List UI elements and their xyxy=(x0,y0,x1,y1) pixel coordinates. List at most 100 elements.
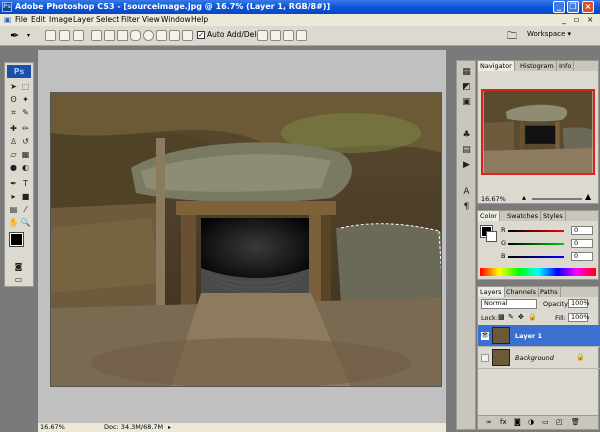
red-slider[interactable] xyxy=(508,230,564,232)
clone-stamp-icon[interactable]: ♙ xyxy=(8,136,19,147)
layer-mask-icon[interactable]: ◙ xyxy=(514,418,521,426)
fill-field[interactable]: 100% xyxy=(568,313,590,322)
subtract-path-icon[interactable] xyxy=(270,30,281,41)
tab-navigator[interactable]: Navigator xyxy=(478,61,515,71)
zoom-tool-icon[interactable]: 🔍 xyxy=(20,217,31,228)
navigator-thumbnail[interactable] xyxy=(481,89,595,175)
rectangle-icon[interactable] xyxy=(117,30,128,41)
menu-select[interactable]: Select xyxy=(96,14,119,26)
clone-source-icon[interactable]: ♣ xyxy=(460,129,473,142)
zoom-level[interactable]: 16.67% xyxy=(40,423,65,432)
brushes-panel-icon[interactable]: ▦ xyxy=(460,66,473,79)
custom-shape-icon[interactable] xyxy=(182,30,193,41)
notes-tool-icon[interactable]: ▤ xyxy=(8,204,19,215)
pen-icon[interactable] xyxy=(91,30,102,41)
menu-window[interactable]: Window xyxy=(161,14,191,26)
fill-pixels-icon[interactable] xyxy=(73,30,84,41)
lock-transparency-icon[interactable]: ▩ xyxy=(498,313,505,321)
delete-layer-icon[interactable]: 🗑 xyxy=(571,418,580,426)
brush-tool-icon[interactable]: ✏ xyxy=(20,123,31,134)
paths-icon[interactable] xyxy=(59,30,70,41)
rounded-rectangle-icon[interactable] xyxy=(130,30,141,41)
dodge-tool-icon[interactable]: ◐ xyxy=(20,162,31,173)
tab-info[interactable]: Info xyxy=(557,61,575,71)
freeform-pen-icon[interactable] xyxy=(104,30,115,41)
eraser-tool-icon[interactable]: ▱ xyxy=(8,149,19,160)
menu-filter[interactable]: Filter xyxy=(121,14,140,26)
tab-swatches[interactable]: Swatches xyxy=(505,211,542,221)
status-menu-icon[interactable]: ▸ xyxy=(168,423,171,432)
visibility-off-icon[interactable] xyxy=(481,354,489,362)
move-tool-icon[interactable]: ➤ xyxy=(8,81,19,92)
red-value[interactable]: 0 xyxy=(571,226,593,235)
document-menu-icon[interactable]: ▣ xyxy=(4,14,11,26)
tab-styles[interactable]: Styles xyxy=(541,211,566,221)
quick-mask-icon[interactable]: ◙ xyxy=(13,261,24,272)
auto-add-delete-checkbox[interactable]: ✓ xyxy=(197,31,205,39)
color-background-swatch[interactable] xyxy=(486,231,497,242)
green-slider[interactable] xyxy=(508,243,564,245)
layer-row-layer1[interactable]: 👁 Layer 1 xyxy=(478,325,600,347)
screen-mode-icon[interactable]: ▭ xyxy=(13,274,24,285)
actions-panel-icon[interactable]: ▶ xyxy=(460,159,473,172)
doc-restore-button[interactable]: ▫ xyxy=(574,14,579,26)
adjustment-layer-icon[interactable]: ◑ xyxy=(528,418,534,426)
type-tool-icon[interactable]: T xyxy=(20,178,31,189)
tab-histogram[interactable]: Histogram xyxy=(518,61,557,71)
visibility-eye-icon[interactable]: 👁 xyxy=(481,332,489,340)
crop-tool-icon[interactable]: ⌗ xyxy=(8,107,19,118)
layer-name[interactable]: Layer 1 xyxy=(515,332,542,340)
history-brush-icon[interactable]: ↺ xyxy=(20,136,31,147)
tab-paths[interactable]: Paths xyxy=(538,287,561,297)
paragraph-panel-icon[interactable]: ¶ xyxy=(460,201,473,214)
canvas[interactable] xyxy=(50,92,442,387)
blur-tool-icon[interactable]: ● xyxy=(8,162,19,173)
blue-slider[interactable] xyxy=(508,256,564,258)
opacity-field[interactable]: 100% xyxy=(568,299,590,308)
pen-tool-preset-icon[interactable]: ✒ xyxy=(10,29,19,42)
new-group-icon[interactable]: ▭ xyxy=(542,418,549,426)
menu-edit[interactable]: Edit xyxy=(31,14,46,26)
slice-tool-icon[interactable]: ✎ xyxy=(20,107,31,118)
lock-image-icon[interactable]: ✎ xyxy=(508,313,514,321)
menu-file[interactable]: File xyxy=(15,14,28,26)
bridge-icon[interactable]: 🗀 xyxy=(507,29,517,46)
layer-style-icon[interactable]: fx xyxy=(500,418,507,426)
menu-help[interactable]: Help xyxy=(191,14,208,26)
intersect-path-icon[interactable] xyxy=(283,30,294,41)
line-icon[interactable] xyxy=(169,30,180,41)
close-button[interactable]: × xyxy=(582,1,594,13)
menu-image[interactable]: Image xyxy=(49,14,73,26)
layer-comps-icon[interactable]: ▣ xyxy=(460,96,473,109)
add-to-path-icon[interactable] xyxy=(257,30,268,41)
pen-tool-icon[interactable]: ✒ xyxy=(8,178,19,189)
polygon-icon[interactable] xyxy=(156,30,167,41)
tab-channels[interactable]: Channels xyxy=(504,287,540,297)
magic-wand-tool-icon[interactable]: ✦ xyxy=(20,94,31,105)
tool-presets-icon[interactable]: ◩ xyxy=(460,81,473,94)
navigator-zoom[interactable]: 16.67% xyxy=(481,195,506,203)
lock-all-icon[interactable]: 🔒 xyxy=(528,313,537,321)
ellipse-icon[interactable] xyxy=(143,30,154,41)
preset-dropdown-icon[interactable]: ▾ xyxy=(27,32,30,39)
doc-close-button[interactable]: × xyxy=(587,14,593,26)
zoom-in-icon[interactable]: ▲ xyxy=(585,192,591,201)
shape-layers-icon[interactable] xyxy=(45,30,56,41)
tab-layers[interactable]: Layers xyxy=(478,287,505,297)
menu-layer[interactable]: Layer xyxy=(73,14,94,26)
healing-brush-icon[interactable]: ✚ xyxy=(8,123,19,134)
marquee-tool-icon[interactable]: ⬚ xyxy=(20,81,31,92)
history-panel-icon[interactable]: ▤ xyxy=(460,144,473,157)
lock-position-icon[interactable]: ✥ xyxy=(518,313,524,321)
exclude-path-icon[interactable] xyxy=(296,30,307,41)
zoom-slider[interactable] xyxy=(532,198,582,200)
link-layers-icon[interactable]: ∞ xyxy=(486,418,492,426)
foreground-color-swatch[interactable] xyxy=(9,232,24,247)
character-panel-icon[interactable]: A xyxy=(460,186,473,199)
new-layer-icon[interactable]: ◰ xyxy=(556,418,563,426)
menu-view[interactable]: View xyxy=(142,14,160,26)
blend-mode-select[interactable]: Normal xyxy=(481,299,537,309)
eyedropper-tool-icon[interactable]: ⁄ xyxy=(20,204,31,215)
blue-value[interactable]: 0 xyxy=(571,252,593,261)
hand-tool-icon[interactable]: ✋ xyxy=(8,217,19,228)
